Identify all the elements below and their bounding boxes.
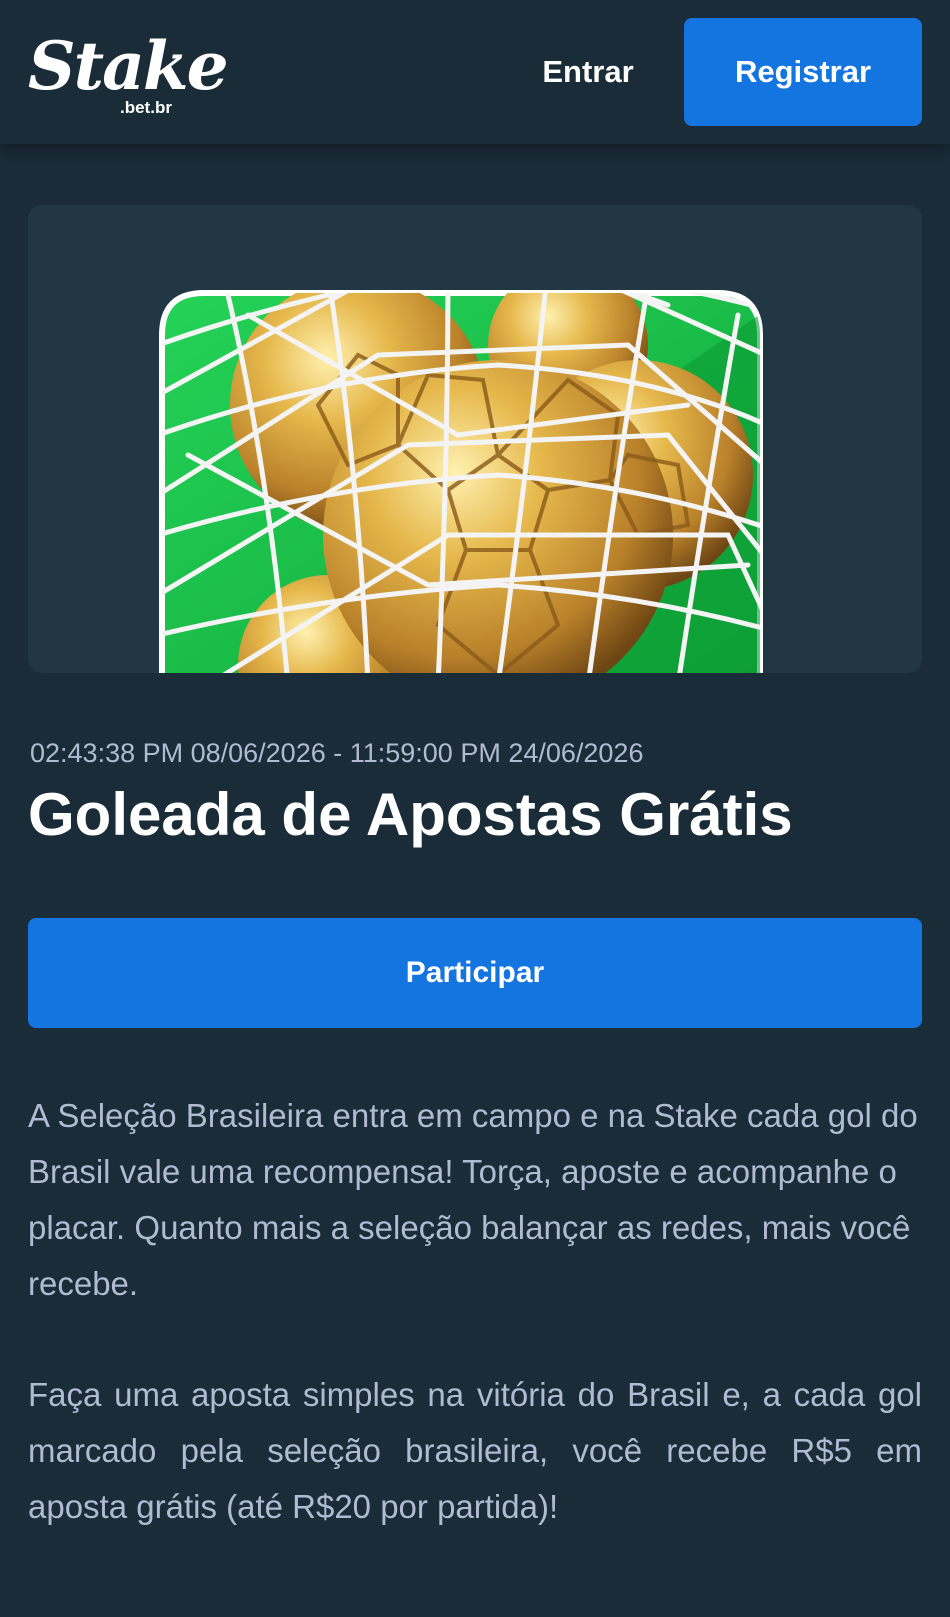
register-button[interactable]: Registrar [684,18,922,126]
logo-wordmark: Stake [28,27,229,105]
promo-description-2: Faça uma aposta simples na vitória do Br… [28,1376,922,1525]
promo-title: Goleada de Apostas Grátis [28,781,793,848]
logo-domain: .bet.br [120,98,172,117]
promo-date-range: 02:43:38 PM 08/06/2026 - 11:59:00 PM 24/… [30,738,644,768]
login-button[interactable]: Entrar [520,36,656,108]
golden-balls-net-icon [159,290,763,673]
top-header: Stake .bet.br Entrar Registrar [0,0,950,144]
promo-banner-image [28,205,922,673]
participate-button[interactable]: Participar [28,918,922,1028]
stake-logo[interactable]: Stake .bet.br [28,26,229,118]
promo-description-1: A Seleção Brasileira entra em campo e na… [28,1097,918,1302]
